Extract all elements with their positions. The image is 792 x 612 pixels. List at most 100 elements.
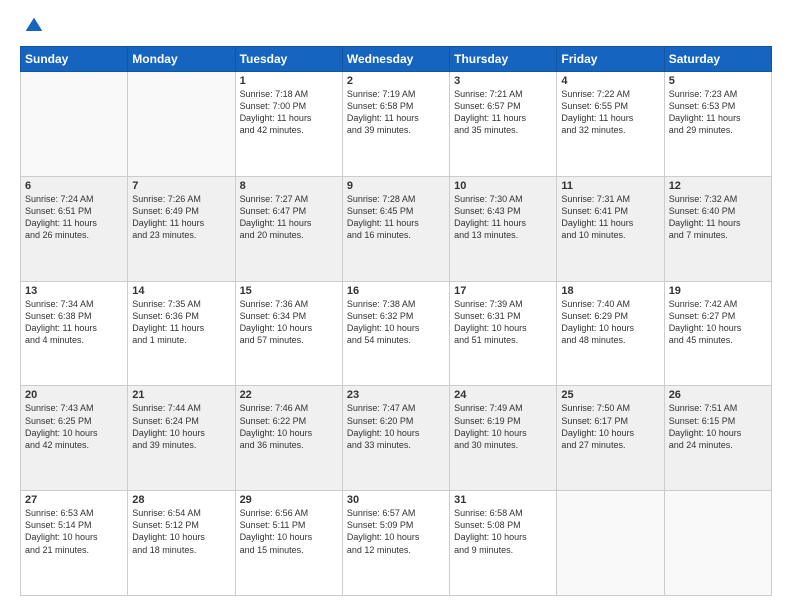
day-header: Monday xyxy=(128,47,235,72)
cell-info: Sunrise: 7:32 AM Sunset: 6:40 PM Dayligh… xyxy=(669,193,767,242)
cell-info: Sunrise: 7:30 AM Sunset: 6:43 PM Dayligh… xyxy=(454,193,552,242)
cell-info: Sunrise: 7:22 AM Sunset: 6:55 PM Dayligh… xyxy=(561,88,659,137)
day-number: 9 xyxy=(347,180,445,192)
calendar-cell: 22Sunrise: 7:46 AM Sunset: 6:22 PM Dayli… xyxy=(235,386,342,491)
day-number: 3 xyxy=(454,75,552,87)
day-number: 31 xyxy=(454,494,552,506)
day-number: 28 xyxy=(132,494,230,506)
day-header: Saturday xyxy=(664,47,771,72)
cell-info: Sunrise: 6:54 AM Sunset: 5:12 PM Dayligh… xyxy=(132,507,230,556)
day-number: 8 xyxy=(240,180,338,192)
calendar-cell: 16Sunrise: 7:38 AM Sunset: 6:32 PM Dayli… xyxy=(342,281,449,386)
logo xyxy=(20,16,44,36)
day-number: 10 xyxy=(454,180,552,192)
day-number: 14 xyxy=(132,285,230,297)
calendar-cell: 3Sunrise: 7:21 AM Sunset: 6:57 PM Daylig… xyxy=(450,72,557,177)
day-number: 30 xyxy=(347,494,445,506)
calendar-cell: 9Sunrise: 7:28 AM Sunset: 6:45 PM Daylig… xyxy=(342,176,449,281)
cell-info: Sunrise: 7:44 AM Sunset: 6:24 PM Dayligh… xyxy=(132,402,230,451)
cell-info: Sunrise: 7:24 AM Sunset: 6:51 PM Dayligh… xyxy=(25,193,123,242)
cell-info: Sunrise: 6:53 AM Sunset: 5:14 PM Dayligh… xyxy=(25,507,123,556)
day-number: 26 xyxy=(669,389,767,401)
logo-icon xyxy=(24,16,44,36)
cell-info: Sunrise: 7:34 AM Sunset: 6:38 PM Dayligh… xyxy=(25,298,123,347)
cell-info: Sunrise: 6:58 AM Sunset: 5:08 PM Dayligh… xyxy=(454,507,552,556)
day-number: 23 xyxy=(347,389,445,401)
day-header: Friday xyxy=(557,47,664,72)
calendar-cell: 30Sunrise: 6:57 AM Sunset: 5:09 PM Dayli… xyxy=(342,491,449,596)
day-number: 24 xyxy=(454,389,552,401)
day-number: 5 xyxy=(669,75,767,87)
day-number: 2 xyxy=(347,75,445,87)
calendar-cell: 24Sunrise: 7:49 AM Sunset: 6:19 PM Dayli… xyxy=(450,386,557,491)
calendar-cell: 25Sunrise: 7:50 AM Sunset: 6:17 PM Dayli… xyxy=(557,386,664,491)
header xyxy=(20,16,772,36)
day-number: 6 xyxy=(25,180,123,192)
cell-info: Sunrise: 6:56 AM Sunset: 5:11 PM Dayligh… xyxy=(240,507,338,556)
calendar-cell: 17Sunrise: 7:39 AM Sunset: 6:31 PM Dayli… xyxy=(450,281,557,386)
day-number: 4 xyxy=(561,75,659,87)
day-number: 18 xyxy=(561,285,659,297)
calendar-cell: 28Sunrise: 6:54 AM Sunset: 5:12 PM Dayli… xyxy=(128,491,235,596)
calendar-cell: 21Sunrise: 7:44 AM Sunset: 6:24 PM Dayli… xyxy=(128,386,235,491)
day-number: 19 xyxy=(669,285,767,297)
cell-info: Sunrise: 7:51 AM Sunset: 6:15 PM Dayligh… xyxy=(669,402,767,451)
calendar-cell: 18Sunrise: 7:40 AM Sunset: 6:29 PM Dayli… xyxy=(557,281,664,386)
cell-info: Sunrise: 7:27 AM Sunset: 6:47 PM Dayligh… xyxy=(240,193,338,242)
cell-info: Sunrise: 7:28 AM Sunset: 6:45 PM Dayligh… xyxy=(347,193,445,242)
day-number: 27 xyxy=(25,494,123,506)
day-number: 29 xyxy=(240,494,338,506)
day-number: 12 xyxy=(669,180,767,192)
day-number: 20 xyxy=(25,389,123,401)
calendar-cell xyxy=(128,72,235,177)
day-header: Thursday xyxy=(450,47,557,72)
cell-info: Sunrise: 7:39 AM Sunset: 6:31 PM Dayligh… xyxy=(454,298,552,347)
calendar-cell: 23Sunrise: 7:47 AM Sunset: 6:20 PM Dayli… xyxy=(342,386,449,491)
calendar-cell: 27Sunrise: 6:53 AM Sunset: 5:14 PM Dayli… xyxy=(21,491,128,596)
cell-info: Sunrise: 6:57 AM Sunset: 5:09 PM Dayligh… xyxy=(347,507,445,556)
calendar-cell xyxy=(21,72,128,177)
cell-info: Sunrise: 7:46 AM Sunset: 6:22 PM Dayligh… xyxy=(240,402,338,451)
cell-info: Sunrise: 7:23 AM Sunset: 6:53 PM Dayligh… xyxy=(669,88,767,137)
calendar-cell: 15Sunrise: 7:36 AM Sunset: 6:34 PM Dayli… xyxy=(235,281,342,386)
calendar-cell: 20Sunrise: 7:43 AM Sunset: 6:25 PM Dayli… xyxy=(21,386,128,491)
calendar-cell: 31Sunrise: 6:58 AM Sunset: 5:08 PM Dayli… xyxy=(450,491,557,596)
calendar-cell: 8Sunrise: 7:27 AM Sunset: 6:47 PM Daylig… xyxy=(235,176,342,281)
calendar-cell: 11Sunrise: 7:31 AM Sunset: 6:41 PM Dayli… xyxy=(557,176,664,281)
cell-info: Sunrise: 7:19 AM Sunset: 6:58 PM Dayligh… xyxy=(347,88,445,137)
calendar-cell: 4Sunrise: 7:22 AM Sunset: 6:55 PM Daylig… xyxy=(557,72,664,177)
day-header: Wednesday xyxy=(342,47,449,72)
day-number: 22 xyxy=(240,389,338,401)
calendar-cell: 12Sunrise: 7:32 AM Sunset: 6:40 PM Dayli… xyxy=(664,176,771,281)
cell-info: Sunrise: 7:50 AM Sunset: 6:17 PM Dayligh… xyxy=(561,402,659,451)
calendar-cell: 1Sunrise: 7:18 AM Sunset: 7:00 PM Daylig… xyxy=(235,72,342,177)
calendar-cell: 19Sunrise: 7:42 AM Sunset: 6:27 PM Dayli… xyxy=(664,281,771,386)
calendar-cell: 29Sunrise: 6:56 AM Sunset: 5:11 PM Dayli… xyxy=(235,491,342,596)
cell-info: Sunrise: 7:43 AM Sunset: 6:25 PM Dayligh… xyxy=(25,402,123,451)
day-number: 25 xyxy=(561,389,659,401)
calendar: SundayMondayTuesdayWednesdayThursdayFrid… xyxy=(20,46,772,596)
cell-info: Sunrise: 7:21 AM Sunset: 6:57 PM Dayligh… xyxy=(454,88,552,137)
day-number: 15 xyxy=(240,285,338,297)
cell-info: Sunrise: 7:47 AM Sunset: 6:20 PM Dayligh… xyxy=(347,402,445,451)
calendar-cell: 5Sunrise: 7:23 AM Sunset: 6:53 PM Daylig… xyxy=(664,72,771,177)
cell-info: Sunrise: 7:49 AM Sunset: 6:19 PM Dayligh… xyxy=(454,402,552,451)
cell-info: Sunrise: 7:35 AM Sunset: 6:36 PM Dayligh… xyxy=(132,298,230,347)
cell-info: Sunrise: 7:38 AM Sunset: 6:32 PM Dayligh… xyxy=(347,298,445,347)
cell-info: Sunrise: 7:40 AM Sunset: 6:29 PM Dayligh… xyxy=(561,298,659,347)
calendar-cell: 26Sunrise: 7:51 AM Sunset: 6:15 PM Dayli… xyxy=(664,386,771,491)
calendar-cell: 7Sunrise: 7:26 AM Sunset: 6:49 PM Daylig… xyxy=(128,176,235,281)
calendar-cell xyxy=(557,491,664,596)
calendar-cell: 14Sunrise: 7:35 AM Sunset: 6:36 PM Dayli… xyxy=(128,281,235,386)
cell-info: Sunrise: 7:26 AM Sunset: 6:49 PM Dayligh… xyxy=(132,193,230,242)
day-number: 1 xyxy=(240,75,338,87)
cell-info: Sunrise: 7:36 AM Sunset: 6:34 PM Dayligh… xyxy=(240,298,338,347)
day-header: Tuesday xyxy=(235,47,342,72)
calendar-cell xyxy=(664,491,771,596)
day-number: 13 xyxy=(25,285,123,297)
day-number: 21 xyxy=(132,389,230,401)
calendar-cell: 10Sunrise: 7:30 AM Sunset: 6:43 PM Dayli… xyxy=(450,176,557,281)
calendar-cell: 13Sunrise: 7:34 AM Sunset: 6:38 PM Dayli… xyxy=(21,281,128,386)
calendar-cell: 6Sunrise: 7:24 AM Sunset: 6:51 PM Daylig… xyxy=(21,176,128,281)
day-number: 16 xyxy=(347,285,445,297)
